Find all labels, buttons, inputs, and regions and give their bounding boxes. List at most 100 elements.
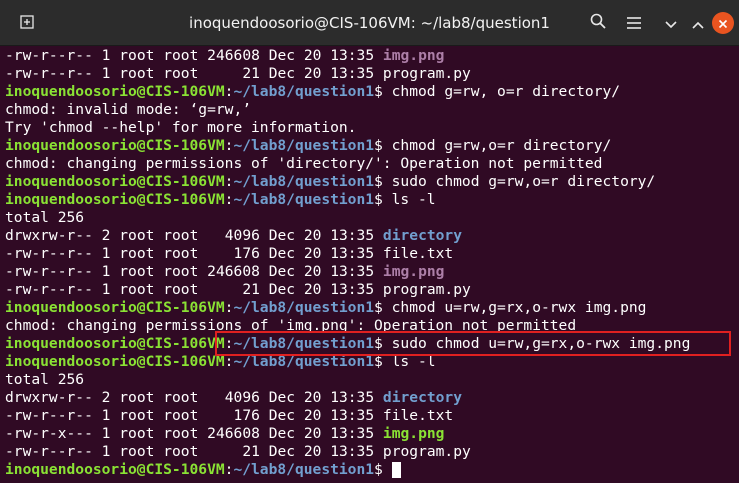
file-group: root <box>163 227 199 244</box>
file-size: 4096 <box>207 389 260 406</box>
prompt-path: ~/lab8/question1 <box>233 299 375 316</box>
prompt-symbol: $ <box>374 299 392 316</box>
output-line: Try 'chmod --help' for more information. <box>5 119 739 137</box>
file-name: img.png <box>382 425 445 442</box>
file-permissions: -rw-r--r-- <box>5 281 93 298</box>
ls-entry-line: -rw-r--r-- 1 root root 21 Dec 20 13:35 p… <box>5 443 739 461</box>
maximize-button[interactable] <box>686 11 710 35</box>
file-date: Dec 20 13:35 <box>268 263 375 280</box>
file-size: 4096 <box>207 227 260 244</box>
output-text: total 256 <box>5 371 85 388</box>
file-group: root <box>163 389 199 406</box>
file-permissions: -rw-r--r-- <box>5 65 93 82</box>
prompt-path: ~/lab8/question1 <box>233 83 375 100</box>
file-group: root <box>163 281 199 298</box>
prompt-line: inoquendoosorio@CIS-106VM:~/lab8/questio… <box>5 83 739 101</box>
highlight-annotation-box <box>215 331 731 356</box>
file-size: 176 <box>207 407 260 424</box>
file-permissions: -rw-r--r-- <box>5 407 93 424</box>
file-name: program.py <box>382 65 471 82</box>
file-permissions: -rw-r--r-- <box>5 263 93 280</box>
prompt-path: ~/lab8/question1 <box>233 461 375 478</box>
file-owner: root <box>119 227 155 244</box>
file-owner: root <box>119 443 155 460</box>
file-date: Dec 20 13:35 <box>268 425 375 442</box>
file-date: Dec 20 13:35 <box>268 47 375 64</box>
file-owner: root <box>119 407 155 424</box>
file-date: Dec 20 13:35 <box>268 407 375 424</box>
command-text: ls -l <box>391 191 436 208</box>
file-permissions: -rw-r--r-- <box>5 443 93 460</box>
command-text: chmod u=rw,g=rx,o-rwx img.png <box>391 299 647 316</box>
file-date: Dec 20 13:35 <box>268 65 375 82</box>
ls-entry-line: -rw-r--r-- 1 root root 176 Dec 20 13:35 … <box>5 407 739 425</box>
file-permissions: -rw-r--r-- <box>5 245 93 262</box>
command-text: chmod g=rw, o=r directory/ <box>391 83 621 100</box>
output-text: total 256 <box>5 209 85 226</box>
title-bar: inoquendoosorio@CIS-106VM: ~/lab8/questi… <box>0 0 739 46</box>
prompt-line: inoquendoosorio@CIS-106VM:~/lab8/questio… <box>5 191 739 209</box>
output-text: chmod: changing permissions of 'director… <box>5 155 603 172</box>
file-name: directory <box>382 389 462 406</box>
prompt-user-host: inoquendoosorio@CIS-106VM <box>5 191 225 208</box>
prompt-user-host: inoquendoosorio@CIS-106VM <box>5 335 225 352</box>
minimize-button[interactable] <box>659 11 683 35</box>
file-name: file.txt <box>382 407 454 424</box>
prompt-line: inoquendoosorio@CIS-106VM:~/lab8/questio… <box>5 137 739 155</box>
file-group: root <box>163 443 199 460</box>
search-icon <box>590 13 606 33</box>
output-line: total 256 <box>5 371 739 389</box>
prompt-user-host: inoquendoosorio@CIS-106VM <box>5 353 225 370</box>
file-permissions: -rw-r-x--- <box>5 425 93 442</box>
menu-button[interactable] <box>622 11 646 35</box>
prompt-line: inoquendoosorio@CIS-106VM:~/lab8/questio… <box>5 299 739 317</box>
file-date: Dec 20 13:35 <box>268 443 375 460</box>
file-permissions: drwxrw-r-- <box>5 389 93 406</box>
minimize-icon <box>665 14 677 33</box>
prompt-symbol: $ <box>374 83 392 100</box>
prompt-user-host: inoquendoosorio@CIS-106VM <box>5 299 225 316</box>
file-name: img.png <box>382 263 445 280</box>
output-line: total 256 <box>5 209 739 227</box>
file-group: root <box>163 263 199 280</box>
file-size: 21 <box>207 443 260 460</box>
search-button[interactable] <box>586 11 610 35</box>
command-text: chmod g=rw,o=r directory/ <box>391 137 612 154</box>
file-group: root <box>163 245 199 262</box>
file-name: program.py <box>382 443 471 460</box>
ls-entry-line: -rw-r--r-- 1 root root 176 Dec 20 13:35 … <box>5 245 739 263</box>
prompt-line: inoquendoosorio@CIS-106VM:~/lab8/questio… <box>5 461 739 479</box>
chevron-up-icon <box>692 14 704 33</box>
terminal-output[interactable]: -rw-r--r-- 1 root root 246608 Dec 20 13:… <box>0 47 739 483</box>
close-button[interactable] <box>712 12 734 34</box>
